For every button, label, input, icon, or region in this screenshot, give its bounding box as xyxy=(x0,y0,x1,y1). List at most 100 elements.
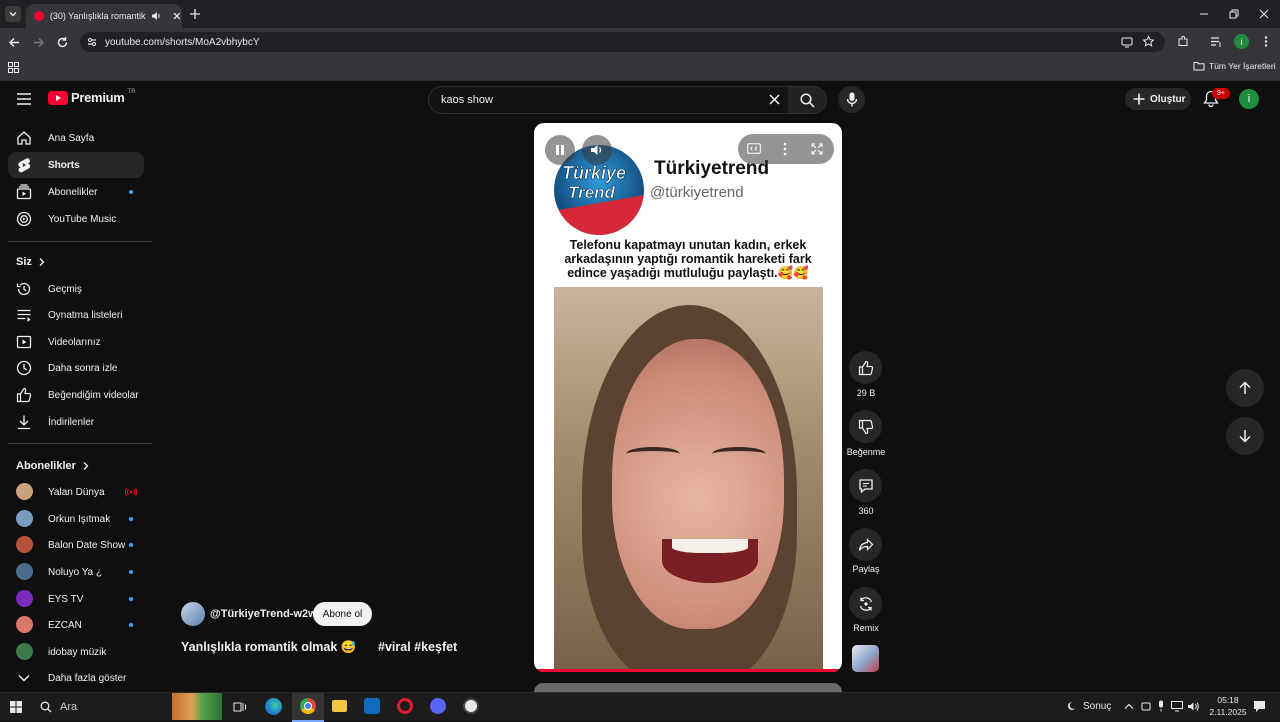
steam-icon[interactable] xyxy=(463,698,479,714)
previous-short-button[interactable] xyxy=(1226,369,1264,407)
volume-button[interactable] xyxy=(582,135,612,165)
new-tab-icon[interactable] xyxy=(189,8,201,20)
subscription-item[interactable]: EZCAN xyxy=(8,612,144,638)
back-arrow-icon[interactable] xyxy=(8,36,21,49)
captions-icon[interactable] xyxy=(747,143,761,154)
bookmark-star-icon[interactable] xyxy=(1142,35,1155,48)
restore-icon[interactable] xyxy=(1229,9,1239,19)
voice-search-button[interactable] xyxy=(838,86,865,113)
edge-icon[interactable] xyxy=(265,698,282,715)
subscribe-button[interactable]: Abone ol xyxy=(313,602,372,626)
speaker-icon[interactable] xyxy=(150,10,162,22)
sidebar-item-your-videos[interactable]: Videolarınız xyxy=(8,329,144,355)
sidebar-item-history[interactable]: Geçmiş xyxy=(8,276,144,302)
history-icon xyxy=(16,282,31,296)
tray-network-app-icon[interactable] xyxy=(1141,701,1151,712)
short-channel-name[interactable]: @TürkiyeTrend-w2w xyxy=(210,608,317,620)
like-button[interactable] xyxy=(849,351,882,384)
you-section-header[interactable]: Siz xyxy=(16,256,46,268)
subscriptions-section-header[interactable]: Abonelikler xyxy=(16,460,90,472)
audio-thumbnail[interactable] xyxy=(852,645,879,672)
extensions-icon[interactable] xyxy=(1176,35,1189,48)
video-caption: Telefonu kapatmayı unutan kadın, erkek a… xyxy=(564,238,812,280)
notification-center-icon[interactable] xyxy=(1253,700,1266,713)
remix-button[interactable] xyxy=(849,587,882,620)
media-control-icon[interactable] xyxy=(1210,36,1223,48)
tab-title: (30) Yanlışlıkla romantik olmak xyxy=(49,11,147,21)
apps-grid-icon[interactable] xyxy=(8,62,19,73)
search-box[interactable] xyxy=(428,86,790,114)
taskbar-search[interactable]: Ara xyxy=(32,696,172,718)
share-button[interactable] xyxy=(849,528,882,561)
clock-date[interactable]: 2.11.2025 xyxy=(1202,707,1254,717)
sidebar-item-liked-videos[interactable]: Beğendiğim videolar xyxy=(8,382,144,408)
forward-arrow-icon[interactable] xyxy=(32,36,45,49)
search-highlight-image xyxy=(172,693,222,720)
create-button[interactable]: Oluştur xyxy=(1125,88,1191,110)
sidebar-item-label: YouTube Music xyxy=(48,213,117,225)
opera-icon[interactable] xyxy=(397,698,413,714)
show-more-button[interactable]: Daha fazla göster xyxy=(8,665,144,691)
all-bookmarks-folder[interactable]: Tüm Yer İşaretleri xyxy=(1193,61,1276,71)
subscription-item[interactable]: Balon Date Show xyxy=(8,532,144,558)
subscription-item[interactable]: idobay müzik xyxy=(8,639,144,665)
file-explorer-icon[interactable] xyxy=(332,700,347,712)
browser-menu-icon[interactable] xyxy=(1261,35,1271,48)
browser-tab-strip: (30) Yanlışlıkla romantik olmak xyxy=(0,0,1280,28)
browser-profile-avatar[interactable]: i xyxy=(1234,34,1249,49)
sidebar-item-label: Videolarınız xyxy=(48,336,101,348)
video-progress-track[interactable] xyxy=(534,669,842,672)
tab-search-button[interactable] xyxy=(5,6,21,22)
tray-display-icon[interactable] xyxy=(1171,701,1183,712)
sidebar-item-playlists[interactable]: Oynatma listeleri xyxy=(8,302,144,328)
fullscreen-icon[interactable] xyxy=(811,143,823,155)
subscription-item[interactable]: Noluyo Ya ¿ xyxy=(8,559,144,585)
like-icon xyxy=(16,387,32,403)
search-button[interactable] xyxy=(788,86,827,114)
tray-mic-icon[interactable] xyxy=(1157,700,1165,712)
close-window-icon[interactable] xyxy=(1259,9,1269,19)
minimize-icon[interactable] xyxy=(1199,9,1209,19)
sidebar-item-watch-later[interactable]: Daha sonra izle xyxy=(8,355,144,381)
sidebar-item-shorts[interactable]: Shorts xyxy=(8,152,144,178)
site-settings-icon[interactable] xyxy=(86,36,98,48)
sidebar-item-home[interactable]: Ana Sayfa xyxy=(8,125,144,151)
weather-label[interactable]: Sonuç xyxy=(1083,701,1111,712)
pause-button[interactable] xyxy=(545,135,575,165)
close-tab-icon[interactable] xyxy=(172,11,182,21)
discord-icon[interactable] xyxy=(430,698,446,714)
arrow-up-icon xyxy=(1239,381,1251,394)
outlook-icon[interactable] xyxy=(364,698,380,714)
dislike-button[interactable] xyxy=(849,410,882,443)
search-input[interactable] xyxy=(439,91,763,109)
short-channel-avatar[interactable] xyxy=(181,602,205,626)
next-short-button[interactable] xyxy=(1226,417,1264,455)
browser-tab-active[interactable]: (30) Yanlışlıkla romantik olmak xyxy=(26,4,182,28)
taskbar-chrome-active[interactable] xyxy=(292,693,324,722)
more-options-icon[interactable] xyxy=(783,142,787,156)
task-view-icon[interactable] xyxy=(233,700,247,714)
short-hashtags[interactable]: #viral #keşfet xyxy=(378,640,457,654)
sidebar-item-downloads[interactable]: İndirilenler xyxy=(8,409,144,435)
comments-button[interactable] xyxy=(849,469,882,502)
reload-icon[interactable] xyxy=(56,36,69,49)
sidebar-item-youtube-music[interactable]: YouTube Music xyxy=(8,206,144,232)
tray-volume-icon[interactable] xyxy=(1187,701,1199,712)
hamburger-menu-icon[interactable] xyxy=(17,93,31,105)
subscription-item[interactable]: Yalan Dünya xyxy=(8,479,144,505)
subscription-item[interactable]: Orkun Işıtmak xyxy=(8,506,144,532)
account-avatar[interactable]: i xyxy=(1239,89,1259,109)
windows-start-icon[interactable] xyxy=(10,701,22,713)
tray-chevron-up-icon[interactable] xyxy=(1124,702,1134,710)
address-bar[interactable]: youtube.com/shorts/MoA2vbhybcY xyxy=(80,32,1165,52)
notifications-button[interactable]: 9+ xyxy=(1203,88,1230,108)
youtube-premium-logo[interactable]: Premium TR xyxy=(48,89,136,105)
sidebar-item-subscriptions[interactable]: Abonelikler xyxy=(8,179,144,205)
clock-time[interactable]: 05:18 xyxy=(1206,695,1250,705)
subscription-item[interactable]: EYS TV xyxy=(8,586,144,612)
clear-search-icon[interactable] xyxy=(769,94,780,105)
shorts-video-player[interactable]: Türkiye Trend Türkiyetrend @türkiyetrend… xyxy=(534,123,842,672)
next-short-preview[interactable] xyxy=(534,683,842,692)
channel-name: idobay müzik xyxy=(48,646,107,658)
install-app-icon[interactable] xyxy=(1121,36,1133,48)
